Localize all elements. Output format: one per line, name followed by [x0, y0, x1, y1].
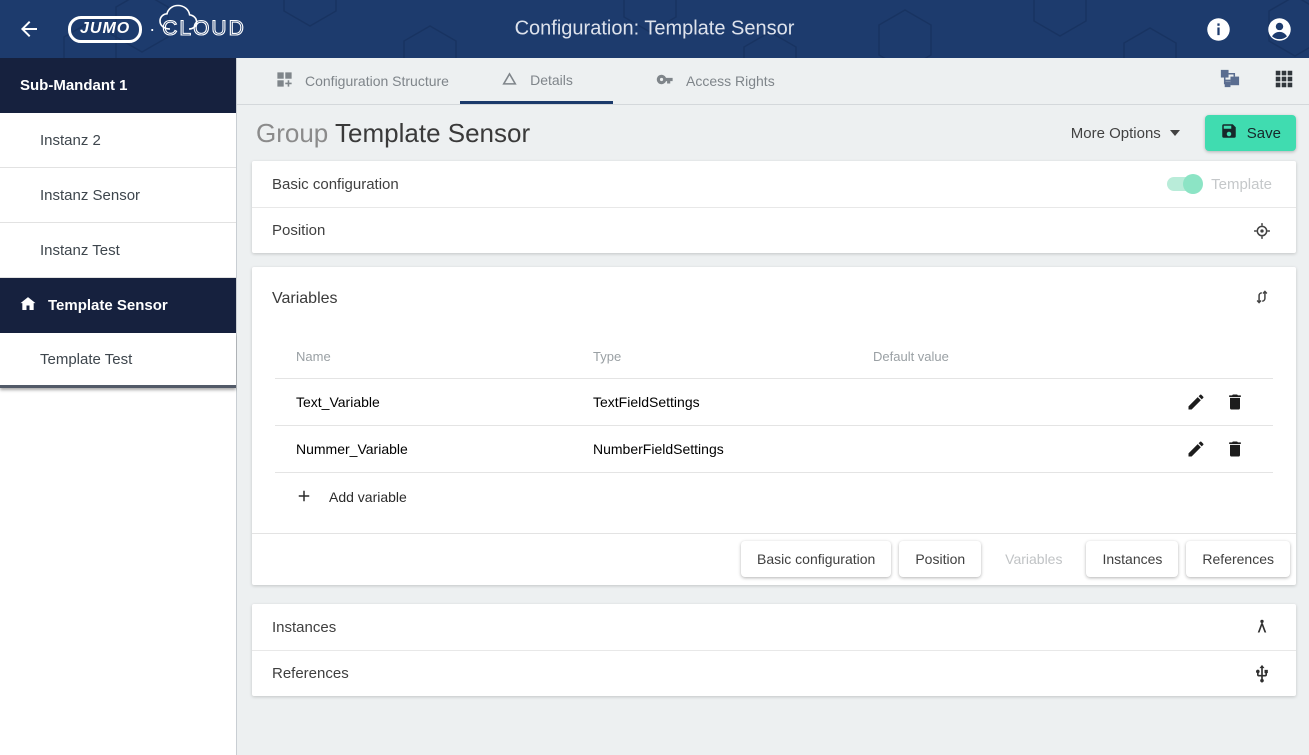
sidebar-item-label: Template Test [40, 351, 132, 368]
tab-access-rights[interactable]: Access Rights [656, 58, 775, 104]
jumo-cloud-logo: JUMO · CLOUD [68, 16, 246, 43]
page-title: Group Template Sensor [256, 118, 530, 149]
add-variable-button[interactable]: Add variable [252, 473, 1296, 521]
main-content: Configuration Structure Details Access R… [237, 58, 1309, 755]
chevron-down-icon [1170, 130, 1180, 136]
sidebar-item-label: Instanz 2 [40, 132, 101, 149]
table-row[interactable]: Nummer_Variable NumberFieldSettings [275, 426, 1273, 473]
sidebar-item-template-sensor[interactable]: Template Sensor [0, 278, 236, 333]
sidebar-item-label: Instanz Sensor [40, 187, 140, 204]
instances-row[interactable]: Instances [252, 604, 1296, 650]
sidebar-item-label: Instanz Test [40, 242, 120, 259]
plus-icon [295, 487, 313, 508]
save-button[interactable]: Save [1205, 115, 1296, 151]
variables-header: Variables [252, 267, 1296, 331]
page-title-prefix: Group [256, 118, 328, 148]
tab-bar: Configuration Structure Details Access R… [237, 58, 1309, 105]
variable-name: Nummer_Variable [296, 441, 593, 457]
references-row[interactable]: References [252, 650, 1296, 696]
triangle-icon [500, 69, 519, 91]
page-title-name: Template Sensor [335, 118, 530, 148]
position-row[interactable]: Position [252, 207, 1296, 253]
basic-configuration-label: Basic configuration [272, 176, 399, 193]
template-toggle-knob [1183, 174, 1203, 194]
tab-label: Configuration Structure [305, 73, 449, 89]
back-arrow-icon[interactable] [17, 17, 41, 41]
save-floppy-icon [1220, 122, 1238, 144]
instances-nav-button[interactable]: Instances [1086, 541, 1178, 577]
apps-grid-icon[interactable] [1273, 68, 1295, 95]
variable-name: Text_Variable [296, 394, 593, 410]
sidebar: Sub-Mandant 1 Instanz 2 Instanz Sensor I… [0, 58, 237, 755]
template-toggle[interactable] [1167, 177, 1201, 191]
column-header-name: Name [296, 349, 593, 364]
jumo-logo-badge: JUMO [68, 16, 142, 43]
info-icon[interactable] [1205, 16, 1232, 43]
page-header-title: Configuration: Template Sensor [515, 18, 795, 41]
more-options-label: More Options [1071, 125, 1161, 142]
add-variable-label: Add variable [329, 489, 407, 505]
variables-card: Variables Name Type Default value Text_V… [252, 267, 1296, 585]
more-options-button[interactable]: More Options [1071, 125, 1180, 142]
my-location-icon[interactable] [1252, 221, 1272, 241]
page-title-row: Group Template Sensor More Options Save [237, 105, 1309, 161]
sidebar-item-instanz-2[interactable]: Instanz 2 [0, 113, 236, 168]
tab-label: Access Rights [686, 73, 775, 89]
section-nav-buttons: Basic configuration Position Variables I… [252, 533, 1296, 585]
sidebar-item-label: Template Sensor [48, 297, 168, 314]
delete-icon[interactable] [1225, 439, 1245, 459]
delete-icon[interactable] [1225, 392, 1245, 412]
tree-view-icon[interactable] [1218, 67, 1241, 95]
app-header: JUMO · CLOUD Configuration: Template Sen… [0, 0, 1309, 58]
table-row[interactable]: Text_Variable TextFieldSettings [275, 379, 1273, 426]
save-label: Save [1247, 125, 1281, 142]
variables-table: Name Type Default value Text_Variable Te… [252, 331, 1296, 521]
relations-card: Instances References [252, 604, 1296, 696]
variable-type: NumberFieldSettings [593, 441, 873, 457]
tab-label: Details [530, 72, 573, 88]
variables-table-header: Name Type Default value [275, 335, 1273, 379]
dashboard-customize-icon [275, 70, 294, 92]
edit-icon[interactable] [1186, 392, 1206, 412]
references-label: References [272, 665, 349, 682]
usb-icon[interactable] [1252, 664, 1272, 684]
logo-separator: · [149, 19, 155, 40]
sidebar-item-instanz-sensor[interactable]: Instanz Sensor [0, 168, 236, 223]
sidebar-item-label: Sub-Mandant 1 [20, 77, 128, 94]
variable-type: TextFieldSettings [593, 394, 873, 410]
column-header-default-value: Default value [873, 349, 1245, 364]
key-icon [656, 70, 675, 92]
sidebar-item-instanz-test[interactable]: Instanz Test [0, 223, 236, 278]
references-nav-button[interactable]: References [1186, 541, 1290, 577]
position-nav-button[interactable]: Position [899, 541, 981, 577]
position-label: Position [272, 222, 325, 239]
cloud-wordmark: CLOUD [162, 17, 246, 41]
swap-vertical-icon[interactable] [1252, 287, 1272, 312]
basic-configuration-row[interactable]: Basic configuration Template [252, 161, 1296, 207]
sidebar-item-sub-mandant[interactable]: Sub-Mandant 1 [0, 58, 236, 113]
cloud-outline-icon [156, 3, 234, 33]
column-header-type: Type [593, 349, 873, 364]
account-icon[interactable] [1266, 16, 1293, 43]
template-toggle-label: Template [1211, 176, 1272, 193]
basic-configuration-nav-button[interactable]: Basic configuration [741, 541, 891, 577]
variables-label: Variables [272, 290, 338, 308]
edit-icon[interactable] [1186, 439, 1206, 459]
sidebar-item-template-test[interactable]: Template Test [0, 333, 236, 388]
tab-details[interactable]: Details [460, 58, 613, 104]
general-card: Basic configuration Template Position [252, 161, 1296, 253]
instances-branch-icon[interactable] [1252, 617, 1272, 637]
home-icon [18, 294, 38, 318]
variables-nav-button: Variables [989, 541, 1078, 577]
tab-configuration-structure[interactable]: Configuration Structure [275, 58, 449, 104]
instances-label: Instances [272, 619, 336, 636]
